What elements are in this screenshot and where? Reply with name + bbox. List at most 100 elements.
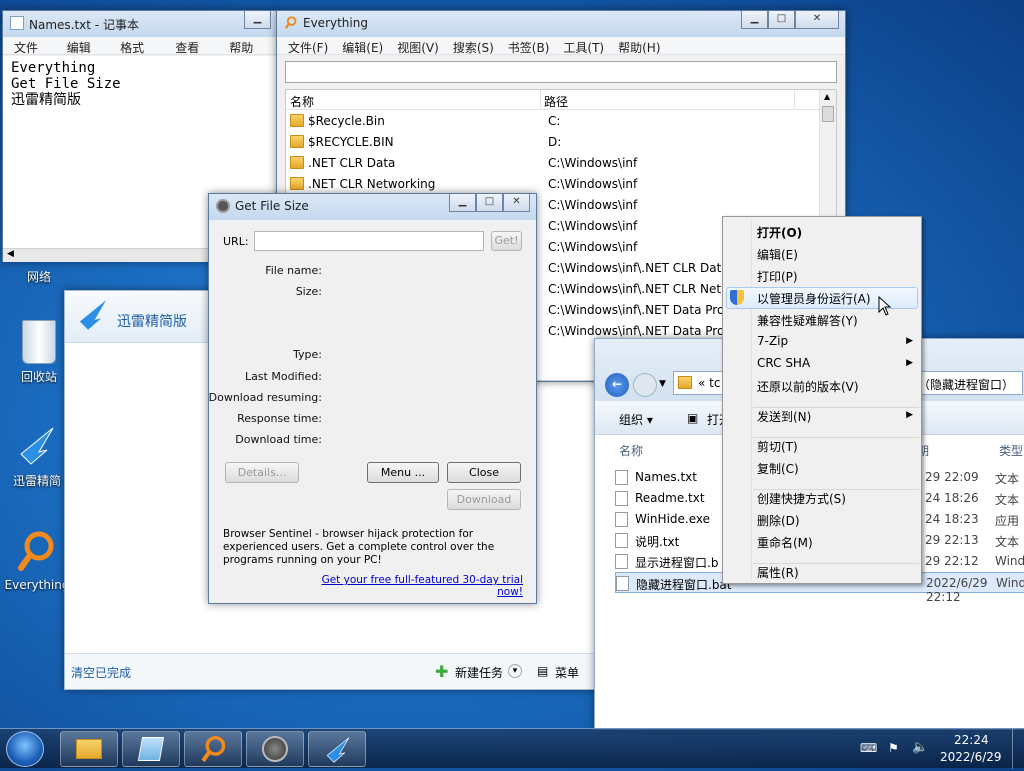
everything-titlebar[interactable]: Everything ▁ □ ✕ (277, 11, 845, 37)
context-menu-item[interactable]: CRC SHA (757, 356, 810, 370)
folder-icon (290, 135, 304, 148)
context-menu-item[interactable]: 打开(O) (757, 224, 802, 241)
minimize-button[interactable]: ▁ (741, 11, 768, 29)
new-task-button[interactable]: 新建任务 (455, 664, 503, 681)
context-menu-item[interactable]: 发送到(N) (757, 408, 811, 425)
keyboard-icon[interactable]: ⌨ (860, 741, 877, 755)
menu-button[interactable]: Menu ... (367, 462, 439, 483)
desktop-icon-xunlei[interactable]: 迅雷精简 (2, 424, 72, 489)
minimize-button[interactable]: ▁ (449, 194, 476, 212)
window-title: Get File Size (235, 199, 309, 213)
open-icon: ▣ (687, 411, 699, 425)
xunlei-menu-button[interactable]: 菜单 (555, 664, 579, 681)
column-header-type[interactable]: 类型 (999, 442, 1023, 459)
menu-help[interactable]: 帮助(H) (611, 37, 667, 55)
context-menu-item[interactable]: 还原以前的版本(V) (757, 378, 859, 395)
result-name: $Recycle.Bin (308, 114, 385, 128)
forward-arrow-icon[interactable] (633, 373, 657, 397)
new-task-icon[interactable]: ✚ (435, 662, 448, 681)
notepad-titlebar[interactable]: Names.txt - 记事本 ▁ (3, 11, 277, 37)
menu-file[interactable]: 文件(F) (7, 37, 60, 70)
close-button[interactable]: ✕ (795, 11, 839, 29)
start-button[interactable] (6, 731, 44, 767)
volume-icon[interactable]: 🔈 (912, 740, 928, 755)
scrollbar-thumb[interactable] (822, 106, 834, 122)
folder-icon (290, 177, 304, 190)
result-name: .NET CLR Networking (308, 177, 436, 191)
result-row[interactable]: $RECYCLE.BIN D: (286, 132, 820, 153)
gfs-titlebar[interactable]: Get File Size ▁ □ ✕ (209, 194, 536, 220)
chevron-down-icon[interactable]: ▾ (508, 664, 522, 678)
menu-view[interactable]: 视图(V) (390, 37, 446, 55)
result-row[interactable]: $Recycle.Bin C: (286, 111, 820, 132)
menu-edit[interactable]: 编辑(E) (60, 37, 113, 70)
file-name: WinHide.exe (635, 512, 710, 526)
menu-help[interactable]: 帮助(H) (222, 37, 277, 70)
context-menu-item[interactable]: 以管理员身份运行(A) (757, 290, 871, 307)
taskbar-xunlei[interactable] (308, 731, 366, 767)
menu-file[interactable]: 文件(F) (281, 37, 335, 55)
desktop-icon-network[interactable]: 网络 (4, 268, 74, 285)
context-menu-item[interactable]: 复制(C) (757, 460, 799, 477)
scroll-up-icon[interactable]: ▲ (824, 92, 830, 101)
menu-edit[interactable]: 编辑(E) (335, 37, 390, 55)
download-button[interactable]: Download (447, 489, 521, 510)
menu-format[interactable]: 格式(O) (113, 37, 168, 70)
notepad-icon (10, 16, 24, 30)
folder-icon (290, 114, 304, 127)
context-menu-item[interactable]: 剪切(T) (757, 438, 798, 455)
notification-flag-icon[interactable]: ⚑ (888, 741, 899, 755)
clock-date[interactable]: 2022/6/29 (940, 750, 1002, 764)
text-line: Get File Size (11, 76, 121, 92)
file-icon (615, 470, 628, 485)
menu-view[interactable]: 查看(V) (168, 37, 222, 70)
context-menu-item[interactable]: 属性(R) (757, 564, 799, 581)
column-header-name[interactable]: 名称 (619, 442, 643, 459)
trial-link[interactable]: Get your free full-featured 30-day trial… (301, 574, 523, 598)
result-path: C:\Windows\inf (548, 219, 638, 233)
result-row[interactable]: .NET CLR Networking C:\Windows\inf (286, 174, 820, 195)
taskbar-everything[interactable] (184, 731, 242, 767)
taskbar-notepad[interactable] (122, 731, 180, 767)
taskbar-get-file-size[interactable] (246, 731, 304, 767)
context-menu-item[interactable]: 编辑(E) (757, 246, 798, 263)
maximize-button[interactable]: □ (476, 194, 503, 212)
context-menu-item[interactable]: 重命名(M) (757, 534, 813, 551)
file-name: 显示进程窗口.b (635, 556, 719, 570)
download-time-label: Download time: (235, 433, 322, 446)
history-dropdown-icon[interactable]: ▼ (659, 379, 666, 389)
show-desktop-button[interactable] (1012, 729, 1024, 769)
close-button[interactable]: Close (447, 462, 521, 483)
clock-time[interactable]: 22:24 (954, 733, 989, 747)
column-header-name[interactable]: 名称 (290, 93, 314, 110)
back-arrow-icon[interactable]: ← (605, 373, 629, 397)
organize-button[interactable]: 组织 ▾ (619, 411, 653, 428)
maximize-button[interactable]: □ (768, 11, 795, 29)
gauge-icon (262, 736, 288, 762)
search-input[interactable] (285, 61, 837, 83)
menu-tools[interactable]: 工具(T) (556, 37, 611, 55)
column-header-path[interactable]: 路径 (544, 93, 568, 110)
context-menu-item[interactable]: 删除(D) (757, 512, 800, 529)
taskbar: ⌨ ⚑ 🔈 22:24 2022/6/29 (0, 728, 1024, 769)
taskbar-explorer[interactable] (60, 731, 118, 767)
context-menu-item[interactable]: 打印(P) (757, 268, 798, 285)
get-file-size-window[interactable]: Get File Size ▁ □ ✕ URL: Get! File name:… (208, 193, 537, 604)
result-row[interactable]: .NET CLR Data C:\Windows\inf (286, 153, 820, 174)
details-button[interactable]: Details... (225, 462, 299, 483)
menu-bookmarks[interactable]: 书签(B) (501, 37, 557, 55)
column-header: 名称 路径 (286, 90, 820, 110)
menu-search[interactable]: 搜索(S) (446, 37, 501, 55)
context-menu[interactable]: 打开(O) 编辑(E) 打印(P) 以管理员身份运行(A) 兼容性疑难解答(Y) 7-Zi… (722, 216, 922, 584)
desktop-icon-everything[interactable]: Everything (2, 530, 72, 592)
get-button[interactable]: Get! (491, 231, 522, 251)
context-menu-item[interactable]: 7-Zip (757, 334, 788, 348)
scroll-left-icon[interactable]: ◀ (7, 249, 14, 259)
result-path: C:\Windows\inf (548, 198, 638, 212)
menu-icon-strip (751, 219, 752, 581)
minimize-button[interactable]: ▁ (244, 11, 271, 29)
url-input[interactable] (254, 231, 484, 251)
context-menu-item[interactable]: 兼容性疑难解答(Y) (757, 312, 858, 329)
close-button[interactable]: ✕ (503, 194, 530, 212)
context-menu-item[interactable]: 创建快捷方式(S) (757, 490, 846, 507)
